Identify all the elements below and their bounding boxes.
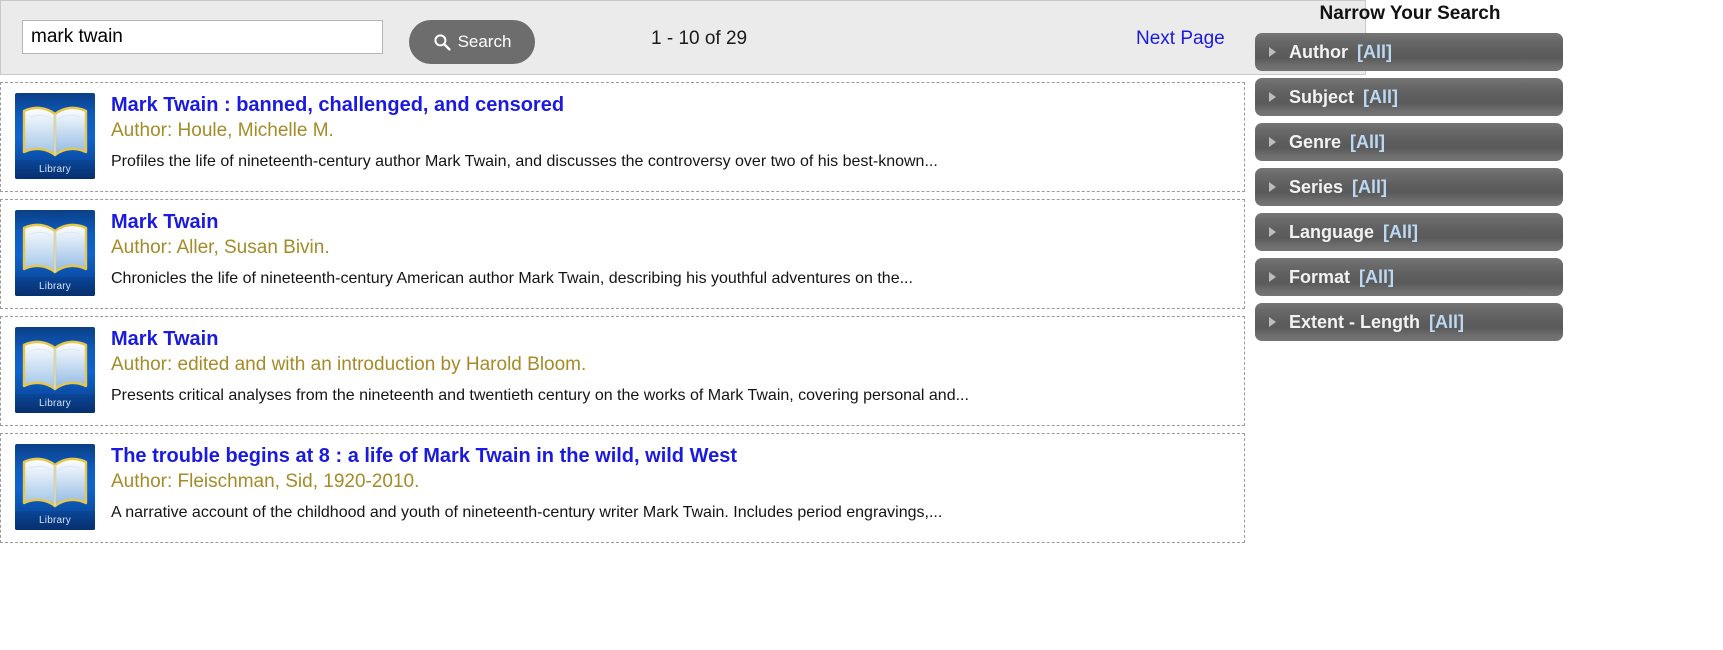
chevron-right-icon [1269,182,1276,192]
library-book-icon: Library [15,93,95,179]
result-title-link[interactable]: Mark Twain [111,210,218,234]
result-description: Presents critical analyses from the nine… [111,387,969,404]
result-description: Chronicles the life of nineteenth-centur… [111,270,913,287]
facet-label: Language [1289,221,1375,242]
search-button[interactable]: Search [409,20,535,64]
facet-label: Subject [1289,86,1355,107]
facet-label: Format [1289,266,1351,287]
facet-format[interactable]: Format [All] [1255,258,1563,296]
facet-label: Extent - Length [1289,311,1420,332]
result-item[interactable]: Library Mark Twain Author: edited and wi… [0,316,1245,426]
facet-value: [All] [1350,131,1386,152]
chevron-right-icon [1269,227,1276,237]
facet-extent-length[interactable]: Extent - Length [All] [1255,303,1563,341]
facet-value: [All] [1359,266,1395,287]
result-item[interactable]: Library Mark Twain Author: Aller, Susan … [0,199,1245,309]
result-title-link[interactable]: Mark Twain : banned, challenged, and cen… [111,93,564,117]
next-page-link[interactable]: Next Page [1136,28,1225,50]
result-author: Author: Houle, Michelle M. [111,120,334,141]
facet-label: Author [1289,41,1348,62]
narrow-search-sidebar: Narrow Your Search Author [All] Subject … [1255,0,1565,348]
facet-series[interactable]: Series [All] [1255,168,1563,206]
library-book-icon: Library [15,210,95,296]
facet-value: [All] [1363,86,1399,107]
result-details: Mark Twain Author: edited and with an in… [95,327,1232,406]
open-book-icon [22,222,88,274]
result-title-link[interactable]: The trouble begins at 8 : a life of Mark… [111,444,737,468]
library-icon-caption: Library [15,277,95,296]
facet-value: [All] [1429,311,1464,332]
facet-label: Series [1289,176,1344,197]
library-icon-caption: Library [15,394,95,413]
search-button-label: Search [457,32,512,51]
facet-label: Genre [1289,131,1342,152]
chevron-right-icon [1269,272,1276,282]
facet-value: [All] [1352,176,1388,197]
open-book-icon [22,339,88,391]
library-icon-caption: Library [15,160,95,179]
search-icon [433,33,451,51]
library-book-icon: Library [15,444,95,530]
facet-subject[interactable]: Subject [All] [1255,78,1563,116]
chevron-right-icon [1269,47,1276,57]
result-description: A narrative account of the childhood and… [111,504,943,521]
sidebar-title: Narrow Your Search [1319,3,1501,24]
library-icon-caption: Library [15,511,95,530]
result-item[interactable]: Library The trouble begins at 8 : a life… [0,433,1245,543]
result-author: Author: edited and with an introduction … [111,354,587,375]
chevron-right-icon [1269,137,1276,147]
facet-list: Author [All] Subject [All] Genre [All] S… [1255,33,1565,341]
result-title-link[interactable]: Mark Twain [111,327,218,351]
result-details: Mark Twain Author: Aller, Susan Bivin. C… [95,210,1232,289]
facet-value: [All] [1356,41,1392,62]
result-details: The trouble begins at 8 : a life of Mark… [95,444,1232,523]
result-details: Mark Twain : banned, challenged, and cen… [95,93,1232,172]
search-header-bar: Search 1 - 10 of 29 Next Page [0,0,1366,75]
result-author: Author: Aller, Susan Bivin. [111,237,330,258]
search-results-page: Search 1 - 10 of 29 Next Page Library [0,0,1723,650]
result-count-label: 1 - 10 of 29 [651,28,748,49]
search-input[interactable] [22,20,383,54]
open-book-icon [22,105,88,157]
open-book-icon [22,456,88,508]
facet-genre[interactable]: Genre [All] [1255,123,1563,161]
results-list: Library Mark Twain : banned, challenged,… [0,82,1245,543]
library-book-icon: Library [15,327,95,413]
main-column: Search 1 - 10 of 29 Next Page Library [0,0,1366,543]
facet-value: [All] [1383,221,1419,242]
facet-author[interactable]: Author [All] [1255,33,1563,71]
result-author: Author: Fleischman, Sid, 1920-2010. [111,471,420,492]
chevron-right-icon [1269,92,1276,102]
result-description: Profiles the life of nineteenth-century … [111,153,938,170]
chevron-right-icon [1269,317,1276,327]
facet-language[interactable]: Language [All] [1255,213,1563,251]
result-item[interactable]: Library Mark Twain : banned, challenged,… [0,82,1245,192]
